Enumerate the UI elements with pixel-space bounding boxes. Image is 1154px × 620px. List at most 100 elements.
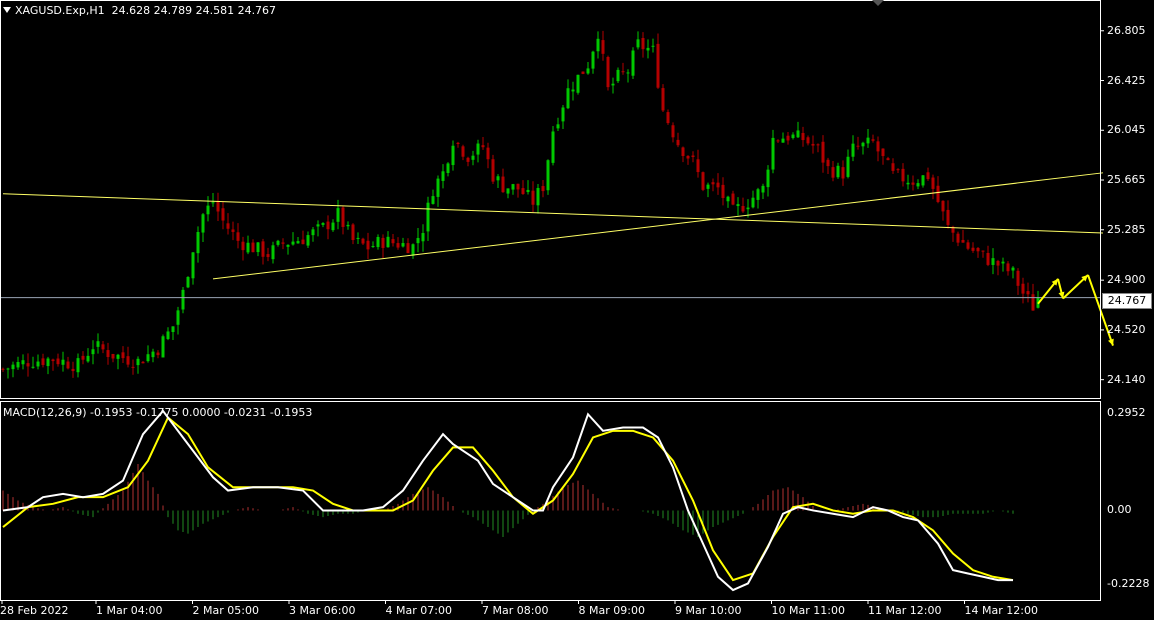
candle-body: [591, 51, 595, 69]
candle-body: [926, 172, 930, 180]
candle-body: [156, 352, 160, 356]
candle-body: [501, 176, 505, 193]
candle-body: [41, 358, 45, 365]
candle-body: [66, 361, 70, 369]
candle-body: [846, 156, 850, 177]
candle-body: [491, 159, 495, 182]
candle-body: [1026, 291, 1030, 295]
candle-body: [231, 229, 235, 232]
candle-body: [191, 252, 195, 279]
candle-body: [856, 145, 860, 147]
current-price-label: 24.767: [1102, 293, 1152, 309]
time-axis-tick: 14 Mar 12:00: [964, 604, 1038, 617]
macd-main-line: [2, 409, 1013, 592]
candle-body: [81, 355, 85, 360]
candle-body: [341, 207, 345, 227]
candle-body: [261, 241, 265, 257]
candle-body: [996, 260, 1000, 266]
candle-body: [386, 236, 390, 248]
candle-body: [146, 354, 150, 362]
candle-body: [866, 137, 870, 144]
candle-body: [11, 364, 15, 370]
candle-body: [826, 159, 830, 167]
candle-body: [271, 245, 275, 260]
candle-body: [186, 276, 190, 288]
candle-body: [61, 359, 65, 365]
candle-body: [786, 135, 790, 141]
candle-body: [121, 352, 125, 359]
candle-body: [376, 236, 380, 248]
candle-body: [456, 142, 460, 145]
price-axis-tick: 25.665: [1107, 173, 1146, 187]
candle-body: [216, 200, 220, 212]
candle-body: [521, 188, 525, 195]
candle-body: [1021, 283, 1025, 294]
candle-body: [466, 157, 470, 162]
macd-axis-tick: 0.2952: [1107, 405, 1146, 419]
candle-body: [796, 130, 800, 138]
candle-body: [176, 310, 180, 325]
candle-body: [91, 349, 95, 355]
candle-body: [791, 134, 795, 138]
candle-body: [971, 247, 975, 251]
projection-arrows: [1037, 274, 1114, 346]
candle-body: [411, 244, 415, 256]
candle-body: [551, 131, 555, 163]
macd-axis-tick: -0.2228: [1107, 577, 1150, 591]
candle-body: [136, 358, 140, 366]
candle-body: [916, 183, 920, 187]
time-axis-tick: 1 Mar 04:00: [96, 604, 163, 617]
ohlc-values: 24.628 24.789 24.581 24.767: [111, 4, 277, 17]
candle-body: [161, 336, 165, 358]
candle-body: [1001, 261, 1005, 264]
candle-body: [451, 145, 455, 166]
candle-body: [746, 207, 750, 210]
candle-body: [676, 139, 680, 146]
candle-body: [476, 143, 480, 155]
candle-body: [701, 172, 705, 190]
candle-body: [706, 184, 710, 189]
candle-body: [556, 124, 560, 129]
candle-body: [296, 241, 300, 244]
candle-body: [586, 68, 590, 74]
candle-body: [1031, 294, 1035, 311]
candle-body: [651, 45, 655, 47]
candle-body: [621, 71, 625, 73]
macd-axis-tick: 0.00: [1107, 503, 1132, 517]
candle-body: [611, 83, 615, 86]
candle-body: [266, 254, 270, 258]
time-axis-tick: 2 Mar 05:00: [192, 604, 259, 617]
candle-body: [986, 252, 990, 265]
candle-body: [936, 185, 940, 202]
time-axis-tick: 10 Mar 11:00: [771, 604, 845, 617]
candle-body: [486, 147, 490, 160]
time-axis-tick: 11 Mar 12:00: [868, 604, 942, 617]
time-axis-tick: 28 Feb 2022: [0, 604, 69, 617]
shift-marker-icon: [872, 0, 884, 6]
candle-body: [381, 237, 385, 248]
candle-body: [571, 89, 575, 92]
candle-body: [1011, 267, 1015, 271]
candle-body: [401, 243, 405, 247]
candle-body: [871, 139, 875, 141]
candle-body: [641, 38, 645, 50]
candle-body: [776, 140, 780, 142]
price-axis-tick: 24.900: [1107, 273, 1146, 287]
candle-body: [731, 193, 735, 205]
candle-body: [206, 205, 210, 215]
candle-body: [686, 155, 690, 159]
candle-body: [606, 56, 610, 88]
candle-body: [726, 196, 730, 202]
candle-body: [576, 74, 580, 93]
price-chart[interactable]: [0, 0, 1154, 620]
price-axis-tick: 24.140: [1107, 372, 1146, 386]
collapse-triangle-icon[interactable]: [3, 7, 11, 13]
price-axis-tick: 26.045: [1107, 123, 1146, 137]
candle-body: [841, 167, 845, 179]
candle-body: [881, 148, 885, 157]
candle-body: [166, 331, 170, 339]
candle-body: [256, 242, 260, 253]
candle-body: [306, 235, 310, 246]
candle-body: [281, 242, 285, 244]
candle-body: [891, 163, 895, 171]
